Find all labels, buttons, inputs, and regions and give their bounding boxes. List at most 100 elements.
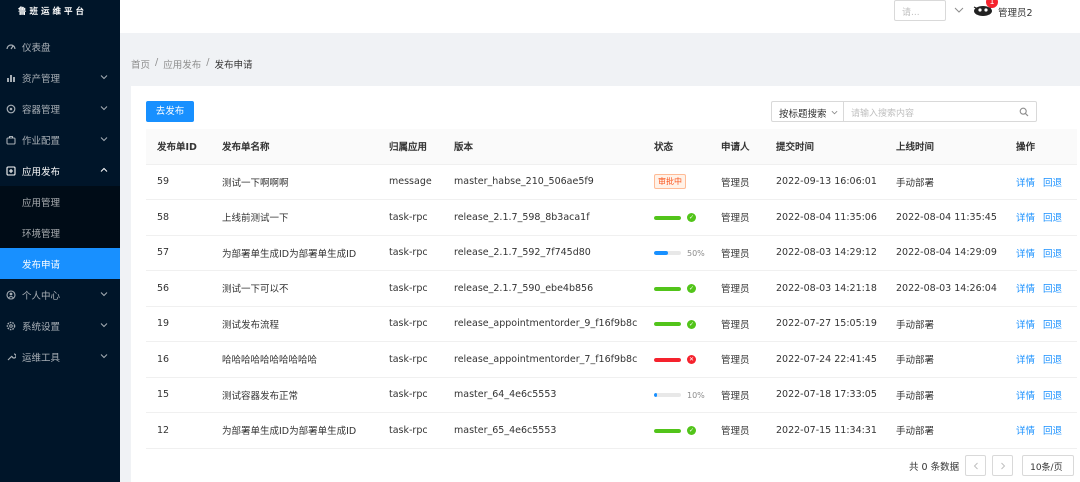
column-header: 发布单ID <box>146 129 211 165</box>
prev-page-button[interactable] <box>965 455 987 476</box>
check-circle-icon: ✓ <box>687 426 696 436</box>
container-icon <box>6 104 16 114</box>
sidebar-item-label: 应用管理 <box>22 197 61 209</box>
cell-name: 测试一下啊啊啊 <box>211 164 378 200</box>
cell-version: master_habse_210_506ae5f9 <box>443 164 643 200</box>
cell-app: task-rpc <box>378 199 443 236</box>
progress-percent: 50% <box>687 248 705 258</box>
cell-id: 59 <box>146 164 211 200</box>
cell-submitted-time: 2022-08-04 11:35:06 <box>765 199 885 236</box>
search-type-label: 按标题搜索 <box>779 109 827 120</box>
progress-indicator: 10% <box>654 391 705 400</box>
cell-id: 12 <box>146 412 211 449</box>
breadcrumb-current: 发布申请 <box>214 60 253 71</box>
column-header: 操作 <box>1005 129 1077 165</box>
cell-online-time: 手动部署 <box>885 306 1005 342</box>
detail-link[interactable]: 详情 <box>1016 178 1035 189</box>
chevron-down-icon <box>100 323 108 328</box>
cell-version: release_2.1.7_592_7f745d80 <box>443 235 643 271</box>
progress-fill <box>654 322 681 327</box>
rollback-link[interactable]: 回退 <box>1043 213 1062 224</box>
rollback-link[interactable]: 回退 <box>1043 249 1062 260</box>
sidebar-item-env-management[interactable]: 环境管理 <box>0 217 120 248</box>
progress-bar <box>654 286 681 291</box>
sidebar-item-label: 运维工具 <box>22 352 61 364</box>
release-icon <box>6 165 16 176</box>
progress-indicator: ✓ <box>654 213 696 223</box>
table-row: 56 测试一下可以不 task-rpc release_2.1.7_590_ebe4b… <box>146 270 1077 307</box>
rollback-link[interactable]: 回退 <box>1043 320 1062 331</box>
sidebar-item-profile[interactable]: 个人中心 <box>0 279 120 310</box>
sidebar-item-dashboard[interactable]: 仪表盘 <box>0 31 120 62</box>
breadcrumb-home[interactable]: 首页 <box>131 57 150 71</box>
cell-status: ✓ <box>643 412 710 449</box>
sidebar-item-label: 系统设置 <box>22 321 61 333</box>
next-page-button[interactable] <box>992 455 1014 476</box>
cell-applicant: 管理员 <box>710 412 765 449</box>
cell-name: 哈哈哈哈哈哈哈哈哈哈 <box>211 341 378 378</box>
sidebar-item-app-management[interactable]: 应用管理 <box>0 186 120 217</box>
cell-online-time: 手动部署 <box>885 377 1005 413</box>
chevron-down-icon <box>100 354 108 359</box>
cell-app: task-rpc <box>378 270 443 307</box>
detail-link[interactable]: 详情 <box>1016 284 1035 295</box>
cell-applicant: 管理员 <box>710 235 765 271</box>
check-circle-icon: ✓ <box>687 319 696 329</box>
column-header: 状态 <box>643 129 710 165</box>
sidebar-item-release[interactable]: 应用发布 <box>0 155 120 186</box>
cell-name: 测试一下可以不 <box>211 270 378 307</box>
sidebar-item-release-request[interactable]: 发布申请 <box>0 248 120 279</box>
detail-link[interactable]: 详情 <box>1016 249 1035 260</box>
cell-actions: 详情 回退 <box>1005 377 1077 413</box>
detail-link[interactable]: 详情 <box>1016 320 1035 331</box>
release-table: 发布单ID 发布单名称 归属应用 版本 状态 申请人 提交时间 上线时间 操作 … <box>146 129 1077 449</box>
rollback-link[interactable]: 回退 <box>1043 355 1062 366</box>
cell-app: task-rpc <box>378 341 443 378</box>
cell-online-time: 2022-08-04 14:29:09 <box>885 235 1005 271</box>
table-row: 57 为部署单生成ID为部署单生成ID task-rpc release_2.1.7_… <box>146 235 1077 271</box>
cell-actions: 详情 回退 <box>1005 235 1077 271</box>
table-row: 58 上线前测试一下 task-rpc release_2.1.7_598_8b3ac… <box>146 199 1077 236</box>
search-type-select[interactable]: 按标题搜索 <box>771 101 843 122</box>
sidebar-item-jobs[interactable]: 作业配置 <box>0 124 120 155</box>
cell-id: 15 <box>146 377 211 413</box>
rollback-link[interactable]: 回退 <box>1043 178 1062 189</box>
cell-actions: 详情 回退 <box>1005 412 1077 449</box>
detail-link[interactable]: 详情 <box>1016 213 1035 224</box>
rollback-link[interactable]: 回退 <box>1043 426 1062 437</box>
table-row: 15 测试容器发布正常 task-rpc master_64_4e6c5553 10% 管… <box>146 377 1077 413</box>
chevron-down-icon[interactable] <box>954 6 964 14</box>
column-header: 上线时间 <box>885 129 1005 165</box>
sidebar-item-containers[interactable]: 容器管理 <box>0 93 120 124</box>
detail-link[interactable]: 详情 <box>1016 391 1035 402</box>
cell-actions: 详情 回退 <box>1005 270 1077 307</box>
sidebar-item-tools[interactable]: 运维工具 <box>0 341 120 372</box>
sidebar-item-label: 仪表盘 <box>22 42 51 54</box>
publish-button[interactable]: 去发布 <box>146 101 194 122</box>
check-circle-icon: ✓ <box>687 284 696 294</box>
top-header: 请... 1 管理员2 <box>120 0 1080 33</box>
detail-link[interactable]: 详情 <box>1016 426 1035 437</box>
breadcrumb-release[interactable]: 应用发布 <box>163 57 201 71</box>
sidebar-item-settings[interactable]: 系统设置 <box>0 310 120 341</box>
detail-link[interactable]: 详情 <box>1016 355 1035 366</box>
rollback-link[interactable]: 回退 <box>1043 284 1062 295</box>
progress-fill <box>654 286 681 291</box>
search-input[interactable]: 请输入搜索内容 <box>843 101 1037 122</box>
page-size-select[interactable]: 10条/页 <box>1022 455 1075 476</box>
chevron-right-icon <box>1000 462 1005 469</box>
progress-indicator: 50% <box>654 249 705 258</box>
sidebar-item-assets[interactable]: 资产管理 <box>0 62 120 93</box>
cell-version: release_2.1.7_598_8b3aca1f <box>443 199 643 236</box>
progress-fill <box>654 357 681 362</box>
rollback-link[interactable]: 回退 <box>1043 391 1062 402</box>
search-icon[interactable] <box>1019 107 1029 117</box>
cell-status: ✓ <box>643 199 710 236</box>
cell-name: 为部署单生成ID为部署单生成ID <box>211 235 378 271</box>
username[interactable]: 管理员2 <box>998 5 1033 19</box>
cell-online-time: 手动部署 <box>885 164 1005 200</box>
header-select[interactable]: 请... <box>894 0 946 21</box>
cell-submitted-time: 2022-07-15 11:34:31 <box>765 412 885 449</box>
table-header-row: 发布单ID 发布单名称 归属应用 版本 状态 申请人 提交时间 上线时间 操作 <box>146 129 1077 165</box>
cell-name: 测试发布流程 <box>211 306 378 342</box>
